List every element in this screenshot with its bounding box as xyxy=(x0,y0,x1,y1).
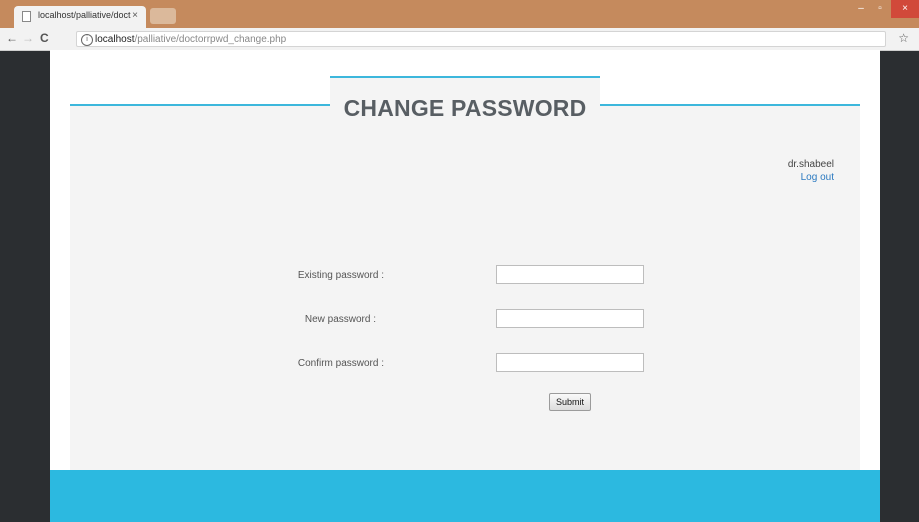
submit-button[interactable]: Submit xyxy=(549,393,591,411)
new-password-label: New password : xyxy=(304,314,376,325)
window-controls: ▲ – ▫ × xyxy=(850,0,919,126)
minimize-button[interactable]: – xyxy=(853,0,869,18)
url-path: /palliative/doctorrpwd_change.php xyxy=(134,34,287,45)
page-area: CHANGE PASSWORD dr.shabeel Log out Exist… xyxy=(50,50,880,522)
user-panel: dr.shabeel Log out xyxy=(788,158,834,184)
confirm-password-label: Confirm password : xyxy=(297,358,384,369)
close-window-button[interactable]: × xyxy=(891,0,919,18)
address-bar-row: ← → C i localhost/palliative/doctorrpwd_… xyxy=(0,28,919,51)
browser-tab[interactable]: localhost/palliative/doct × xyxy=(14,6,146,28)
new-password-input[interactable] xyxy=(496,309,644,328)
title-box: CHANGE PASSWORD xyxy=(330,76,600,134)
back-arrow-icon[interactable]: ← xyxy=(6,31,18,45)
tab-title: localhost/palliative/doct xyxy=(38,10,131,20)
url-input[interactable]: i localhost/palliative/doctorrpwd_change… xyxy=(76,31,886,47)
existing-password-input[interactable] xyxy=(496,265,644,284)
logout-link[interactable]: Log out xyxy=(788,171,834,184)
forward-arrow-icon[interactable]: → xyxy=(22,31,34,45)
tab-close-icon[interactable]: × xyxy=(132,10,138,21)
info-icon[interactable]: i xyxy=(81,34,93,46)
page-icon xyxy=(22,11,31,22)
bookmark-star-icon[interactable]: ☆ xyxy=(898,31,909,45)
header-rule-right xyxy=(600,104,860,106)
existing-password-label: Existing password : xyxy=(297,270,384,281)
confirm-password-input[interactable] xyxy=(496,353,644,372)
reload-icon[interactable]: C xyxy=(40,31,49,45)
username: dr.shabeel xyxy=(787,159,834,170)
maximize-button[interactable]: ▫ xyxy=(872,0,888,18)
new-tab-button[interactable] xyxy=(150,8,176,24)
page-title: CHANGE PASSWORD xyxy=(343,95,587,121)
url-host: localhost xyxy=(95,34,135,45)
browser-tab-bar: localhost/palliative/doct × ▲ – ▫ × xyxy=(0,0,919,126)
content-card xyxy=(70,105,860,522)
footer xyxy=(50,470,880,522)
